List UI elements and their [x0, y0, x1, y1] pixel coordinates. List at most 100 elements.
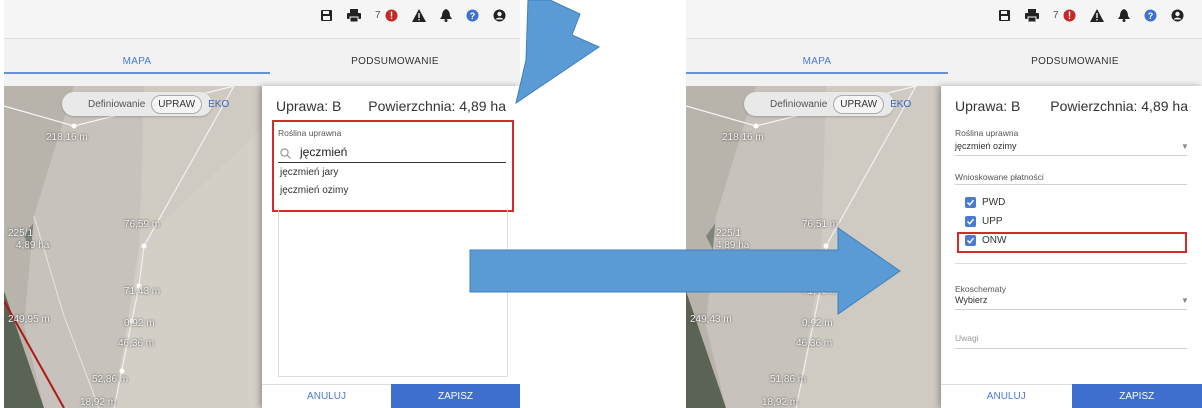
warning-icon[interactable]: [1089, 9, 1104, 22]
checkbox-checked-icon: [965, 216, 976, 227]
crop-field-label: Roślina uprawna: [278, 128, 342, 138]
main-tabs: MAPA PODSUMOWANIE: [686, 38, 1202, 86]
checkbox-checked-icon: [965, 197, 976, 208]
map-label: 76,51 m: [802, 219, 839, 230]
chevron-down-icon[interactable]: ▼: [1181, 142, 1189, 151]
mode-upraw-button[interactable]: UPRAW: [151, 94, 203, 114]
eco-select-underline: [955, 309, 1187, 310]
search-icon: [280, 146, 291, 164]
option-jeczmien-ozimy[interactable]: jęczmień ozimy: [278, 182, 508, 200]
crop-select-underline: [955, 155, 1187, 156]
crop-dialog-summary: Uprawa: B Powierzchnia: 4,89 ha Roślina …: [941, 86, 1202, 408]
map-label: 0,92 m: [802, 318, 833, 329]
mode-switch: Definiowanie UPRAW EKO: [744, 92, 911, 116]
map-label: 51,86 m: [770, 374, 807, 385]
main-tabs: MAPA PODSUMOWANIE: [4, 38, 520, 86]
dialog-area: Powierzchnia: 4,89 ha: [368, 98, 506, 114]
dialog-title: Uprawa: B: [276, 98, 342, 114]
print-icon[interactable]: [1025, 9, 1039, 22]
mode-switch: Definiowanie UPRAW EKO: [62, 92, 229, 116]
map-label: 18,92 m: [762, 397, 799, 408]
payment-onw-checkbox[interactable]: ONW: [965, 235, 1006, 246]
dialog-footer: ANULUJ ZAPISZ: [941, 384, 1202, 408]
save-icon[interactable]: [998, 9, 1011, 22]
down-left-arrow: [515, 0, 601, 105]
print-icon[interactable]: [347, 9, 361, 22]
top-toolbar: 7 ?: [4, 0, 520, 39]
save-button[interactable]: ZAPISZ: [391, 384, 520, 408]
chevron-down-icon[interactable]: ▼: [1181, 296, 1189, 305]
tab-map[interactable]: MAPA: [686, 38, 948, 74]
crop-select-value[interactable]: jęczmień ozimy: [955, 141, 1017, 151]
save-icon[interactable]: [320, 9, 333, 22]
mode-eko-button[interactable]: EKO: [202, 96, 235, 113]
tab-summary[interactable]: PODSUMOWANIE: [948, 38, 1202, 86]
notification-count: 7: [1053, 10, 1059, 21]
right-screenshot-panel: 7 ? MAPA PODSUMOWANIE Definiowanie UPRAW…: [686, 0, 1202, 408]
map-label: 52,86 m: [92, 374, 129, 385]
map-label: 249,43 m: [690, 314, 732, 325]
warning-icon[interactable]: [411, 9, 426, 22]
map-label: 46,36 m: [796, 338, 833, 349]
mode-eko-button[interactable]: EKO: [884, 96, 917, 113]
crop-dialog-search: Uprawa: B Powierzchnia: 4,89 ha Roślina …: [262, 86, 520, 408]
payments-label: Wnioskowane płatności: [955, 172, 1044, 182]
bell-icon[interactable]: [1117, 9, 1130, 22]
payment-label: UPP: [982, 216, 1003, 227]
error-badge-icon[interactable]: [1063, 9, 1076, 22]
map-label: 218,16 m: [46, 132, 88, 143]
bell-icon[interactable]: [439, 9, 452, 22]
svg-text:?: ?: [469, 11, 475, 21]
toolbar-icons: 7 ?: [998, 9, 1184, 22]
payments-divider: [955, 184, 1187, 185]
error-badge-icon[interactable]: [385, 9, 398, 22]
tab-summary[interactable]: PODSUMOWANIE: [270, 38, 520, 86]
mode-label: Definiowanie: [88, 98, 146, 110]
payment-upp-checkbox[interactable]: UPP: [965, 216, 1003, 227]
map-label: 225/1: [716, 228, 742, 239]
map-label: 76,59 m: [124, 219, 161, 230]
help-icon[interactable]: ?: [466, 9, 479, 22]
map-label: 18,92 m: [80, 397, 117, 408]
map-label: 4,89 ha: [16, 240, 50, 251]
dialog-header: Uprawa: B Powierzchnia: 4,89 ha: [955, 98, 1188, 114]
eco-field-label: Ekoschematy: [955, 284, 1007, 294]
eco-select-value[interactable]: Wybierz: [955, 295, 987, 305]
user-icon[interactable]: [493, 9, 506, 22]
toolbar-icons: 7 ?: [320, 9, 506, 22]
svg-text:?: ?: [1147, 11, 1153, 21]
notification-count: 7: [375, 10, 381, 21]
dialog-area: Powierzchnia: 4,89 ha: [1050, 98, 1188, 114]
dialog-footer: ANULUJ ZAPISZ: [262, 384, 520, 408]
mode-upraw-button[interactable]: UPRAW: [833, 94, 885, 114]
map-label: 218,16 m: [722, 132, 764, 143]
payment-label: ONW: [982, 235, 1007, 246]
mode-label: Definiowanie: [770, 98, 828, 110]
user-icon[interactable]: [1171, 9, 1184, 22]
dialog-header: Uprawa: B Powierzchnia: 4,89 ha: [276, 98, 506, 114]
map-label: 0,92 m: [124, 318, 155, 329]
payment-label: PWD: [982, 197, 1006, 208]
search-value: jęczmień: [300, 145, 348, 159]
help-icon[interactable]: ?: [1144, 9, 1157, 22]
dropdown-list-area: [278, 208, 508, 377]
notes-field-label[interactable]: Uwagi: [955, 333, 979, 343]
crop-field-label: Roślina uprawna: [955, 128, 1019, 138]
dialog-title: Uprawa: B: [955, 98, 1021, 114]
cancel-button[interactable]: ANULUJ: [941, 384, 1072, 408]
payment-pwd-checkbox[interactable]: PWD: [965, 197, 1005, 208]
map-label: 4,89 ha: [716, 240, 750, 251]
cancel-button[interactable]: ANULUJ: [262, 384, 391, 408]
left-screenshot-panel: 7 ? MAPA PODSUMOWANIE Definiowanie UPRAW…: [4, 0, 520, 408]
map-label: 71,43 m: [802, 286, 839, 297]
map-label: 249,95 m: [8, 314, 50, 325]
map-label: 225/1: [8, 228, 34, 239]
top-toolbar: 7 ?: [686, 0, 1202, 39]
save-button[interactable]: ZAPISZ: [1071, 384, 1202, 408]
map-label: 71,43 m: [124, 286, 161, 297]
option-jeczmien-jary[interactable]: jęczmień jary: [278, 164, 508, 182]
crop-search-input[interactable]: jęczmień: [278, 142, 506, 163]
notes-underline: [955, 348, 1187, 349]
map-label: 46,36 m: [118, 338, 155, 349]
tab-map[interactable]: MAPA: [4, 38, 270, 74]
